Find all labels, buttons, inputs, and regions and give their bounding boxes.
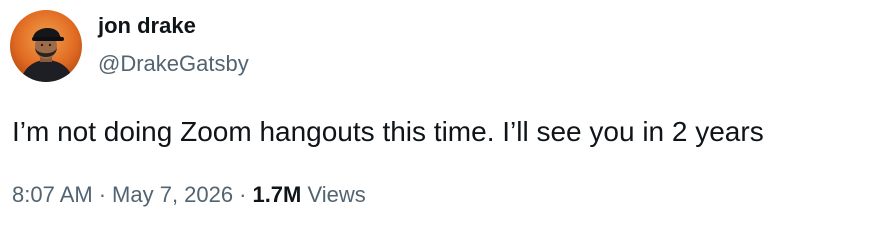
meta-separator: · — [239, 182, 247, 207]
avatar[interactable] — [10, 10, 82, 82]
tweet-text: I’m not doing Zoom hangouts this time. I… — [12, 116, 764, 147]
tweet-card: jon drake @DrakeGatsby I’m not doing Zoo… — [0, 0, 892, 244]
views-count[interactable]: 1.7M — [252, 182, 301, 207]
user-handle[interactable]: @DrakeGatsby — [98, 50, 249, 78]
meta-separator: · — [98, 182, 107, 207]
tweet-date[interactable]: May 7, 2026 — [112, 182, 233, 207]
profile-photo-icon — [10, 10, 82, 82]
views-label: Views — [307, 182, 366, 207]
tweet-meta: 8:07 AM · May 7, 2026 · 1.7M Views — [12, 181, 366, 209]
tweet-time[interactable]: 8:07 AM — [12, 182, 93, 207]
display-name[interactable]: jon drake — [98, 12, 196, 40]
